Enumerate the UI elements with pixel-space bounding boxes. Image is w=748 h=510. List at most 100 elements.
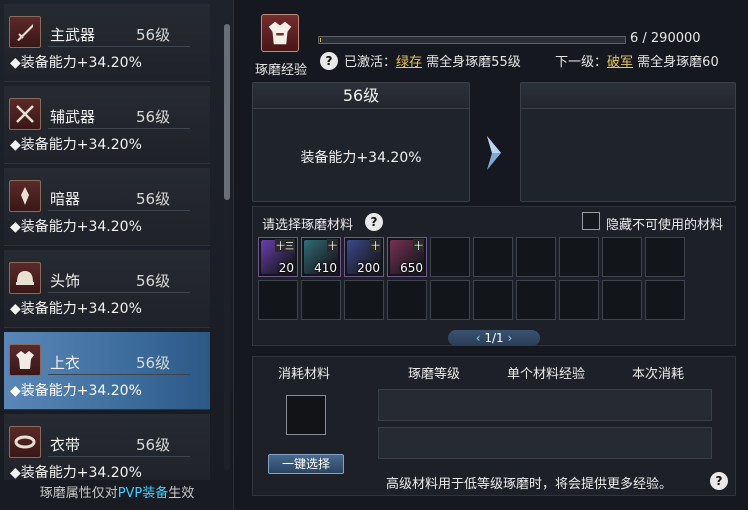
divider xyxy=(48,292,190,293)
current-level-title: 56级 xyxy=(253,83,469,109)
consume-note: 高级材料用于低等级琢磨时，将会提供更多经验。 xyxy=(386,477,673,492)
pagination: ‹ 1/1 › xyxy=(448,330,540,346)
equip-item-belt[interactable]: 衣带 56级 ◆装备能力+34.20% xyxy=(4,414,210,480)
exp-progress-fill xyxy=(320,38,321,42)
polish-exp-label: 琢磨经验 xyxy=(255,63,308,78)
material-slot[interactable] xyxy=(516,280,556,320)
equip-level: 56级 xyxy=(136,354,171,372)
consume-material-slot[interactable] xyxy=(286,395,326,435)
prev-page-icon[interactable]: ‹ xyxy=(476,331,481,345)
material-grade-badge: 十三 xyxy=(274,239,295,252)
sword-icon xyxy=(9,16,41,48)
next-level-title xyxy=(521,83,735,109)
crossed-blades-icon xyxy=(9,98,41,130)
exp-progress-text: 6 / 290000 xyxy=(630,31,701,46)
equip-item-secondary-weapon[interactable]: 辅武器 56级 ◆装备能力+34.20% xyxy=(4,86,210,164)
equip-level: 56级 xyxy=(136,190,171,208)
equip-item-hidden-weapon[interactable]: 暗器 56级 ◆装备能力+34.20% xyxy=(4,168,210,246)
equip-name: 主武器 xyxy=(50,26,96,44)
equip-name: 衣带 xyxy=(50,436,81,454)
divider xyxy=(48,456,190,457)
current-level-stat: 装备能力+34.20% xyxy=(300,150,422,166)
equip-item-main-weapon[interactable]: 主武器 56级 ◆装备能力+34.20% xyxy=(4,4,210,82)
page-indicator: 1/1 xyxy=(484,331,504,345)
equip-item-top[interactable]: 上衣 56级 ◆装备能力+34.20% xyxy=(4,332,210,410)
belt-icon xyxy=(9,426,41,458)
help-icon[interactable]: ? xyxy=(320,52,338,70)
material-slot[interactable] xyxy=(301,280,341,320)
material-quantity: 410 xyxy=(314,261,337,275)
material-slot[interactable] xyxy=(473,280,513,320)
material-quantity: 20 xyxy=(278,261,294,275)
one-click-select-button[interactable]: 一键选择 xyxy=(268,454,344,474)
material-slot[interactable] xyxy=(258,280,298,320)
pvp-note: 琢磨属性仅对PVP装备生效 xyxy=(0,482,234,501)
material-title: 请选择琢磨材料 xyxy=(262,218,354,233)
equip-stat: ◆装备能力+34.20% xyxy=(10,465,142,480)
equip-stat: ◆装备能力+34.20% xyxy=(10,301,142,317)
next-level-box xyxy=(520,82,736,202)
col-header-material: 消耗材料 xyxy=(278,367,331,382)
equip-name: 暗器 xyxy=(50,190,81,208)
pvp-note-prefix: 琢磨属性仅对 xyxy=(39,486,118,501)
activated-name-link[interactable]: 绿存 xyxy=(396,55,422,70)
divider xyxy=(48,210,190,211)
chevron-right-icon xyxy=(484,134,504,176)
material-slot[interactable] xyxy=(387,280,427,320)
material-slot[interactable] xyxy=(516,237,556,277)
next-page-icon[interactable]: › xyxy=(507,331,512,345)
equip-stat: ◆装备能力+34.20% xyxy=(10,383,142,399)
equipment-list: 主武器 56级 ◆装备能力+34.20% 辅武器 56级 ◆装备能力+34.20… xyxy=(4,4,224,480)
equip-name: 上衣 xyxy=(50,354,81,372)
pvp-note-highlight: PVP装备 xyxy=(117,486,169,501)
col-header-level: 琢磨等级 xyxy=(408,367,461,382)
material-slot[interactable] xyxy=(559,237,599,277)
material-grade-badge: 十 xyxy=(412,239,424,252)
activated-requirement: 需全身琢磨55级 xyxy=(426,55,521,70)
helmet-icon xyxy=(9,262,41,294)
help-icon[interactable]: ? xyxy=(365,213,383,231)
equip-stat: ◆装备能力+34.20% xyxy=(10,219,142,235)
material-slot[interactable]: 十 200 xyxy=(344,237,384,277)
material-slot[interactable]: 十 650 xyxy=(387,237,427,277)
help-icon[interactable]: ? xyxy=(710,472,728,490)
scrollbar-thumb[interactable] xyxy=(224,24,230,200)
next-label: 下一级： xyxy=(555,55,608,70)
activated-label: 已激活： xyxy=(344,55,397,70)
armor-icon xyxy=(9,344,41,376)
equip-stat: ◆装备能力+34.20% xyxy=(10,55,142,71)
equip-level: 56级 xyxy=(136,436,171,454)
material-slot[interactable] xyxy=(645,237,685,277)
armor-icon xyxy=(261,14,299,52)
material-slot[interactable] xyxy=(645,280,685,320)
col-header-cost: 本次消耗 xyxy=(632,367,685,382)
next-requirement: 需全身琢磨60 xyxy=(637,55,719,70)
material-slot[interactable]: 十三 20 xyxy=(258,237,298,277)
dart-icon xyxy=(9,180,41,212)
consume-row xyxy=(378,427,712,459)
hide-unusable-label[interactable]: 隐藏不可使用的材料 xyxy=(606,214,723,233)
next-level-info: 下一级：破军 需全身琢磨60 xyxy=(555,51,719,70)
material-quantity: 650 xyxy=(400,261,423,275)
material-slot[interactable] xyxy=(473,237,513,277)
hide-unusable-checkbox[interactable] xyxy=(582,212,600,230)
col-header-unit-exp: 单个材料经验 xyxy=(507,367,586,382)
material-slot[interactable] xyxy=(430,280,470,320)
equip-level: 56级 xyxy=(136,272,171,290)
material-slot[interactable] xyxy=(602,280,642,320)
equip-name: 头饰 xyxy=(50,272,81,290)
equipment-panel: 主武器 56级 ◆装备能力+34.20% 辅武器 56级 ◆装备能力+34.20… xyxy=(0,0,234,510)
current-level-box: 56级 装备能力+34.20% xyxy=(252,82,470,202)
material-slot[interactable] xyxy=(344,280,384,320)
next-name-link[interactable]: 破军 xyxy=(607,55,633,70)
material-grade-badge: 十 xyxy=(369,239,381,252)
material-slot[interactable] xyxy=(602,237,642,277)
material-grade-badge: 十 xyxy=(326,239,338,252)
material-quantity: 200 xyxy=(357,261,380,275)
consume-row xyxy=(378,389,712,421)
material-slot[interactable] xyxy=(559,280,599,320)
exp-progress-bar xyxy=(318,36,626,44)
material-slot[interactable]: 十 410 xyxy=(301,237,341,277)
material-slot[interactable] xyxy=(430,237,470,277)
equip-item-headwear[interactable]: 头饰 56级 ◆装备能力+34.20% xyxy=(4,250,210,328)
